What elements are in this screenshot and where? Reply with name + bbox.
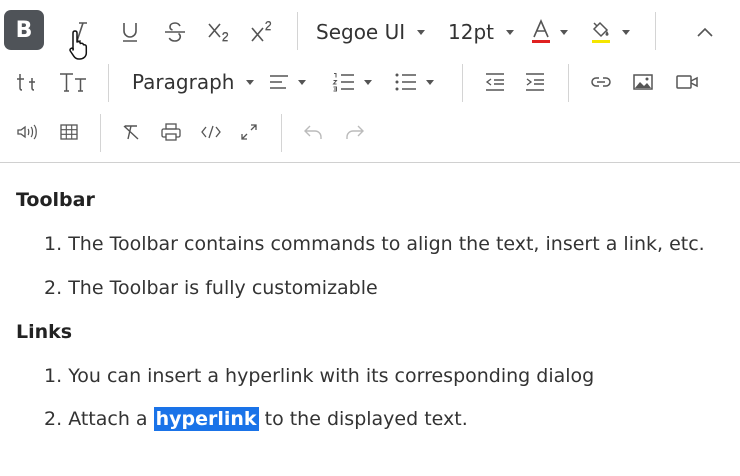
outdent-button[interactable]: [480, 66, 510, 98]
audio-icon: [17, 124, 37, 140]
insert-image-button[interactable]: [628, 66, 658, 98]
bold-button[interactable]: B: [4, 10, 44, 50]
unordered-list-dropdown[interactable]: [394, 66, 434, 98]
font-size-dropdown[interactable]: 12pt: [448, 14, 514, 50]
font-name-dropdown[interactable]: Segoe UI: [316, 14, 426, 50]
bulleted-list-icon: [395, 73, 416, 91]
undo-button[interactable]: [298, 116, 328, 148]
insert-table-button[interactable]: [54, 116, 84, 148]
underline-icon: [123, 23, 137, 42]
paint-bucket-icon: [592, 21, 610, 43]
lowercase-button[interactable]: [12, 66, 44, 98]
collapse-toolbar-button[interactable]: [688, 14, 722, 50]
table-icon: [60, 124, 78, 140]
pointer-cursor-icon: [66, 28, 92, 62]
chevron-down-icon: [506, 29, 514, 35]
alignment-dropdown[interactable]: [268, 66, 306, 98]
indent-icon: [526, 73, 544, 91]
source-code-button[interactable]: [196, 116, 226, 148]
clear-format-icon: [123, 125, 139, 140]
font-name-value: Segoe UI: [316, 20, 406, 44]
chevron-down-icon: [298, 79, 306, 85]
chevron-down-icon: [364, 79, 372, 85]
editor-toolbar: B Segoe UI 12pt Paragraph: [0, 0, 740, 163]
format-block-value: Paragraph: [132, 70, 235, 94]
print-button[interactable]: [156, 116, 186, 148]
toolbar-separator: [281, 114, 282, 152]
ordered-list-dropdown[interactable]: [332, 66, 372, 98]
image-icon: [633, 74, 653, 90]
print-icon: [161, 123, 181, 141]
chevron-down-icon: [246, 79, 255, 85]
clear-format-button[interactable]: [116, 116, 146, 148]
insert-link-button[interactable]: [586, 66, 616, 98]
chevron-down-icon: [560, 29, 568, 35]
highlight-color-dropdown[interactable]: [590, 14, 630, 50]
font-color-icon: [532, 19, 550, 43]
link-icon: [591, 77, 611, 87]
toolbar-separator: [655, 12, 656, 50]
lowercase-icon: [17, 74, 35, 91]
underline-button[interactable]: [112, 14, 148, 50]
fullscreen-button[interactable]: [234, 116, 264, 148]
chevron-down-icon: [426, 79, 434, 85]
expand-icon: [241, 124, 257, 140]
strikethrough-icon: [165, 22, 185, 42]
toolbar-separator: [568, 64, 569, 102]
list-item: 1. You can insert a hyperlink with its c…: [44, 365, 595, 387]
toolbar-separator: [100, 114, 101, 152]
toolbar-separator: [108, 64, 109, 102]
strikethrough-button[interactable]: [157, 14, 193, 50]
list-item: 2. The Toolbar is fully customizable: [44, 277, 378, 299]
outdent-icon: [485, 73, 504, 91]
list-item: 2. Attach a hyperlink to the displayed t…: [44, 407, 468, 431]
chevron-down-icon: [417, 29, 426, 35]
insert-video-button[interactable]: [672, 66, 702, 98]
uppercase-icon: [60, 73, 86, 92]
uppercase-button[interactable]: [56, 66, 90, 98]
subscript-button[interactable]: [202, 14, 238, 50]
list-item: 1. The Toolbar contains commands to alig…: [44, 233, 705, 255]
superscript-button[interactable]: [245, 14, 281, 50]
chevron-down-icon: [622, 29, 630, 35]
font-color-dropdown[interactable]: [530, 14, 568, 50]
chevron-up-icon: [697, 27, 713, 37]
subscript-icon: [208, 23, 229, 42]
toolbar-separator: [462, 64, 463, 102]
font-size-value: 12pt: [448, 20, 494, 44]
selected-hyperlink[interactable]: hyperlink: [153, 407, 259, 431]
section-heading-toolbar: Toolbar: [16, 189, 95, 211]
undo-icon: [304, 125, 322, 139]
video-camera-icon: [676, 75, 698, 89]
align-left-icon: [270, 75, 288, 89]
code-icon: [201, 125, 221, 139]
section-heading-links: Links: [16, 321, 73, 343]
indent-button[interactable]: [520, 66, 550, 98]
ordered-list-icon: [332, 73, 354, 92]
toolbar-separator: [297, 12, 298, 50]
redo-icon: [346, 125, 364, 139]
redo-button[interactable]: [340, 116, 370, 148]
superscript-icon: [251, 21, 272, 42]
format-block-dropdown[interactable]: Paragraph: [132, 66, 255, 98]
insert-audio-button[interactable]: [12, 116, 42, 148]
